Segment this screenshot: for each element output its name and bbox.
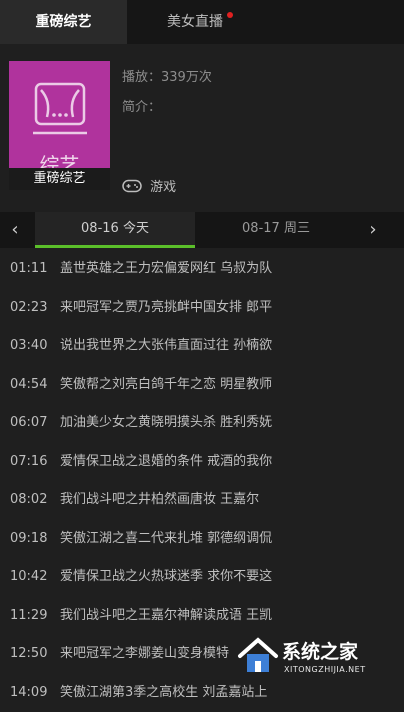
watermark-logo: 系统之家 XITONGZHIJIA.NET: [236, 631, 398, 681]
schedule-time: 02:23: [10, 289, 47, 328]
schedule-time: 03:40: [10, 327, 47, 366]
schedule-row[interactable]: 02:23 来吧冠军之贾乃亮挑衅中国女排 郎平: [0, 289, 404, 328]
gamepad-icon: [122, 179, 142, 193]
schedule-title: 来吧冠军之李娜姜山变身模特: [60, 635, 229, 674]
stage-icon: [33, 81, 87, 139]
date-selector: ‹ 08-16 今天 08-17 周三 ›: [0, 212, 404, 248]
game-link[interactable]: 游戏: [122, 176, 176, 196]
schedule-time: 12:50: [10, 635, 47, 674]
schedule-row[interactable]: 07:16 爱情保卫战之退婚的条件 戒酒的我你: [0, 443, 404, 482]
schedule-row[interactable]: 11:29 我们战斗吧之王嘉尔神解读成语 王凯: [0, 597, 404, 636]
schedule-title: 盖世英雄之王力宏偏爱网红 乌叔为队: [60, 250, 272, 289]
schedule-row[interactable]: 03:40 说出我世界之大张伟直面过往 孙楠欲: [0, 327, 404, 366]
watermark-text: 系统之家: [282, 637, 358, 664]
channel-name: 重磅综艺: [9, 168, 110, 190]
schedule-row[interactable]: 08:02 我们战斗吧之井柏然画唐妆 王嘉尔: [0, 481, 404, 520]
schedule-title: 说出我世界之大张伟直面过往 孙楠欲: [60, 327, 272, 366]
schedule-title: 我们战斗吧之井柏然画唐妆 王嘉尔: [60, 481, 259, 520]
schedule-title: 我们战斗吧之王嘉尔神解读成语 王凯: [60, 597, 272, 636]
description-label: 简介：: [122, 96, 161, 115]
schedule-time: 09:18: [10, 520, 47, 559]
schedule-title: 笑傲帮之刘亮白鸽千年之恋 明星教师: [60, 366, 272, 405]
schedule-row[interactable]: 01:11 盖世英雄之王力宏偏爱网红 乌叔为队: [0, 250, 404, 289]
house-logo-icon: [236, 634, 280, 678]
schedule-time: 11:29: [10, 597, 47, 636]
chevron-right-icon[interactable]: ›: [358, 212, 388, 248]
schedule-title: 来吧冠军之贾乃亮挑衅中国女排 郎平: [60, 289, 272, 328]
notification-dot: [227, 12, 233, 18]
schedule-row[interactable]: 06:07 加油美少女之黄晓明摸头杀 胜利秀妩: [0, 404, 404, 443]
schedule-row[interactable]: 04:54 笑傲帮之刘亮白鸽千年之恋 明星教师: [0, 366, 404, 405]
channel-info: 综艺 重磅综艺 播放：339万次 简介： 游戏: [0, 44, 404, 212]
game-label: 游戏: [150, 180, 176, 195]
schedule-time: 10:42: [10, 558, 47, 597]
schedule-time: 14:09: [10, 674, 47, 712]
tab-bar: 重磅综艺 美女直播: [0, 0, 404, 44]
schedule-time: 07:16: [10, 443, 47, 482]
date-tab-today[interactable]: 08-16 今天: [35, 212, 195, 248]
schedule-time: 08:02: [10, 481, 47, 520]
play-count: 播放：339万次: [122, 66, 212, 85]
schedule-time: 06:07: [10, 404, 47, 443]
channel-thumbnail[interactable]: 综艺 重磅综艺: [9, 61, 110, 190]
watermark-url: XITONGZHIJIA.NET: [284, 665, 366, 674]
tab-variety[interactable]: 重磅综艺: [0, 0, 127, 44]
chevron-left-icon[interactable]: ‹: [0, 212, 30, 248]
date-tab-next[interactable]: 08-17 周三: [196, 212, 356, 248]
schedule-time: 01:11: [10, 250, 47, 289]
schedule-title: 爱情保卫战之退婚的条件 戒酒的我你: [60, 443, 272, 482]
schedule-title: 加油美少女之黄晓明摸头杀 胜利秀妩: [60, 404, 272, 443]
tab-live[interactable]: 美女直播: [127, 0, 263, 44]
schedule-title: 爱情保卫战之火热球迷季 求你不要这: [60, 558, 272, 597]
schedule-title: 笑傲江湖之喜二代来扎堆 郭德纲调侃: [60, 520, 272, 559]
schedule-row[interactable]: 09:18 笑傲江湖之喜二代来扎堆 郭德纲调侃: [0, 520, 404, 559]
schedule-time: 04:54: [10, 366, 47, 405]
schedule-row[interactable]: 10:42 爱情保卫战之火热球迷季 求你不要这: [0, 558, 404, 597]
